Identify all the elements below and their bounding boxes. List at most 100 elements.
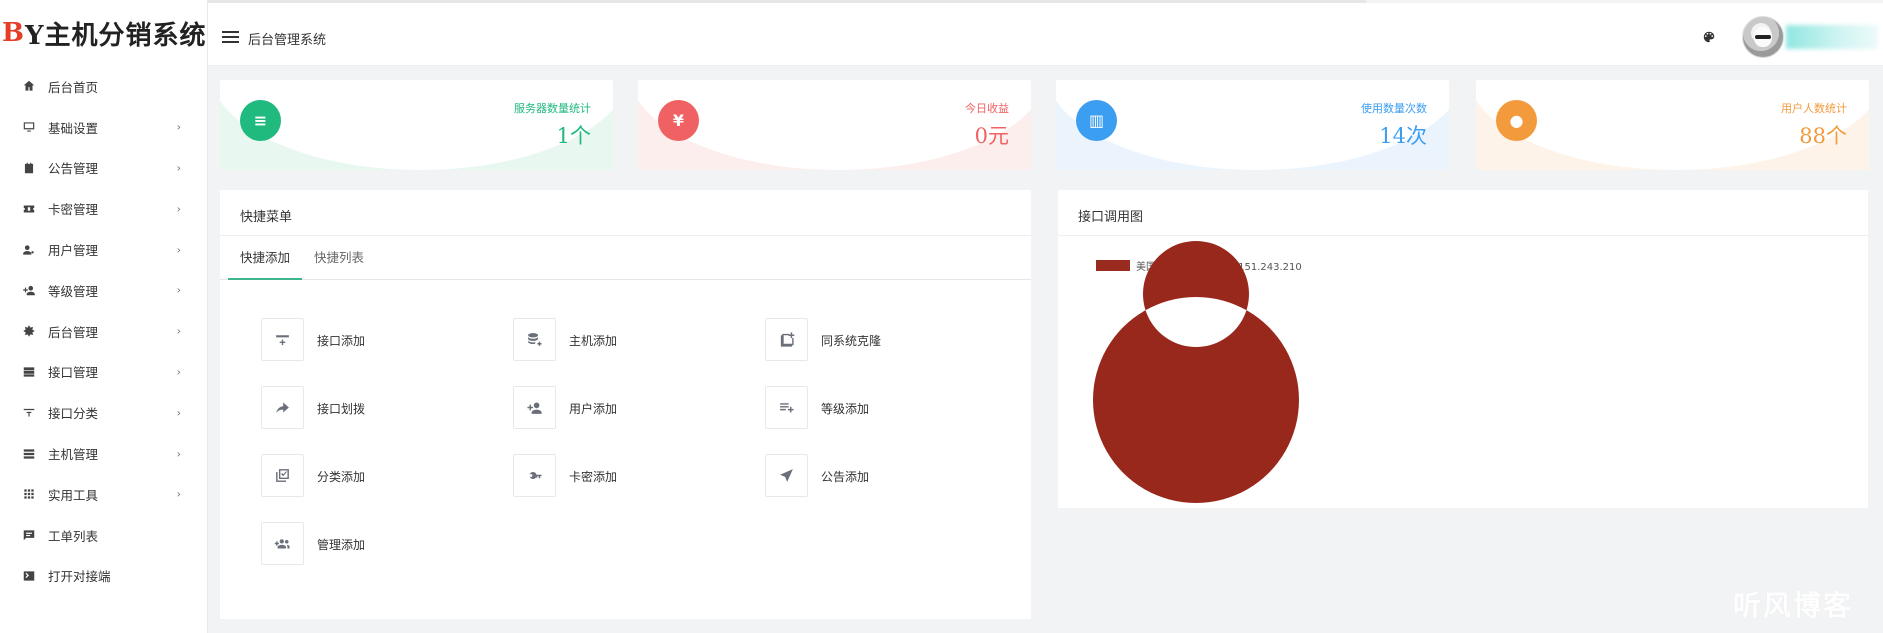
gear-icon <box>22 324 36 338</box>
database-add-icon <box>513 318 556 361</box>
legend-swatch <box>1096 260 1130 271</box>
stat-card-0: ≡ 服务器数量统计 1个 <box>220 80 613 170</box>
stat-label: 服务器数量统计 <box>514 102 591 115</box>
quick-item-1[interactable]: 主机添加 <box>513 318 673 362</box>
sidebar-item-5[interactable]: 等级管理 › <box>0 270 207 311</box>
sidebar-item-label: 后台管理 <box>48 324 99 340</box>
sidebar-item-2[interactable]: 公告管理 › <box>0 148 207 189</box>
ticket-icon <box>22 202 36 216</box>
stat-label: 今日收益 <box>965 102 1009 115</box>
database-icon: ≡ <box>240 100 281 141</box>
tab-quick-add[interactable]: 快捷添加 <box>228 236 303 280</box>
clipboard-icon <box>22 161 36 175</box>
menu-toggle-icon[interactable] <box>222 31 239 43</box>
sidebar-menu: 后台首页 基础设置 › 公告管理 › 卡密管理 › 用户管理 › 等级管理 › 后台管理 › 接口管理 › 接… <box>0 66 207 596</box>
quick-item-label: 公告添加 <box>821 470 870 484</box>
quick-item-label: 管理添加 <box>317 538 366 552</box>
quick-item-label: 用户添加 <box>569 402 618 416</box>
server-icon <box>22 365 36 379</box>
group-add-icon <box>261 522 304 565</box>
stat-value: 88个 <box>1799 124 1847 148</box>
sidebar-item-7[interactable]: 接口管理 › <box>0 352 207 393</box>
message-icon <box>22 528 36 542</box>
sidebar-item-12[interactable]: 打开对接端 <box>0 556 207 597</box>
monitor-icon <box>22 120 36 134</box>
chart-legend[interactable]: 美国高防1区[EP]:192.151.243.210 <box>1096 258 1302 273</box>
stat-card-1: ¥ 今日收益 0元 <box>638 80 1031 170</box>
sidebar-item-label: 打开对接端 <box>48 569 111 585</box>
donut-slice-0[interactable] <box>1092 241 1299 503</box>
person-add-icon <box>513 386 556 429</box>
sidebar: B Y主机分销系统 后台首页 基础设置 › 公告管理 › 卡密管理 › 用户管理 › 等级管理 › 后台… <box>0 0 208 633</box>
stat-card-3: ● 用户人数统计 88个 <box>1476 80 1869 170</box>
quick-menu-tabs: 快捷添加 快捷列表 <box>220 236 1031 280</box>
quick-item-6[interactable]: 分类添加 <box>261 454 421 498</box>
watermark: 听风博客 <box>1733 589 1854 622</box>
filter-icon <box>22 406 36 420</box>
sidebar-item-label: 后台首页 <box>48 79 99 95</box>
sidebar-item-4[interactable]: 用户管理 › <box>0 229 207 270</box>
home-icon <box>22 79 36 93</box>
storage-icon <box>22 447 36 461</box>
tab-quick-list[interactable]: 快捷列表 <box>302 236 376 280</box>
sidebar-item-1[interactable]: 基础设置 › <box>0 107 207 148</box>
chevron-right-icon: › <box>176 365 181 379</box>
logo-prefix: B <box>2 18 25 48</box>
user-avatar[interactable] <box>1742 16 1784 58</box>
user-add-icon <box>22 283 36 297</box>
sidebar-item-6[interactable]: 后台管理 › <box>0 311 207 352</box>
quick-item-9[interactable]: 管理添加 <box>261 522 421 566</box>
sidebar-item-3[interactable]: 卡密管理 › <box>0 188 207 229</box>
sidebar-item-label: 卡密管理 <box>48 202 99 218</box>
chevron-right-icon: › <box>176 406 181 420</box>
donut-chart <box>1092 241 1299 503</box>
bar-chart-icon: ▥ <box>1076 100 1117 141</box>
quick-item-label: 卡密添加 <box>569 470 618 484</box>
sidebar-item-10[interactable]: 实用工具 › <box>0 474 207 515</box>
quick-item-label: 主机添加 <box>569 334 618 348</box>
quick-item-label: 等级添加 <box>821 402 870 416</box>
chevron-right-icon: › <box>176 202 181 216</box>
chart-panel-title: 接口调用图 <box>1058 190 1868 236</box>
quick-item-8[interactable]: 公告添加 <box>765 454 925 498</box>
api-chart-panel: 接口调用图 美国高防1区[EP]:192.151.243.210 <box>1058 190 1868 508</box>
chevron-right-icon: › <box>176 243 181 257</box>
sidebar-item-label: 基础设置 <box>48 120 99 136</box>
chevron-right-icon: › <box>176 447 181 461</box>
playlist-add-icon <box>765 386 808 429</box>
palette-icon[interactable] <box>1702 30 1716 44</box>
username-redacted[interactable] <box>1786 25 1878 49</box>
stat-label: 用户人数统计 <box>1781 102 1847 115</box>
sidebar-item-0[interactable]: 后台首页 <box>0 66 207 107</box>
share-arrow-icon <box>261 386 304 429</box>
send-icon <box>765 454 808 497</box>
sidebar-item-label: 实用工具 <box>48 487 99 503</box>
quick-item-2[interactable]: 同系统克隆 <box>765 318 925 362</box>
header-title: 后台管理系统 <box>248 33 327 48</box>
stat-value: 14次 <box>1379 124 1427 148</box>
library-check-icon <box>261 454 304 497</box>
app-logo[interactable]: B Y主机分销系统 <box>0 0 207 66</box>
chevron-right-icon: › <box>176 487 181 501</box>
quick-item-label: 分类添加 <box>317 470 366 484</box>
sidebar-item-label: 用户管理 <box>48 243 99 259</box>
grid-icon <box>22 487 36 501</box>
sidebar-item-8[interactable]: 接口分类 › <box>0 392 207 433</box>
sidebar-item-9[interactable]: 主机管理 › <box>0 433 207 474</box>
terminal-icon <box>22 569 36 583</box>
quick-item-4[interactable]: 用户添加 <box>513 386 673 430</box>
stat-value: 1个 <box>556 124 591 148</box>
key-icon <box>513 454 556 497</box>
quick-item-5[interactable]: 等级添加 <box>765 386 925 430</box>
sidebar-item-11[interactable]: 工单列表 <box>0 515 207 556</box>
quick-item-3[interactable]: 接口划拨 <box>261 386 421 430</box>
sidebar-item-label: 公告管理 <box>48 161 99 177</box>
quick-item-0[interactable]: 接口添加 <box>261 318 421 362</box>
person-icon: ● <box>1496 100 1537 141</box>
chevron-right-icon: › <box>176 161 181 175</box>
chevron-right-icon: › <box>176 120 181 134</box>
clone-icon <box>765 318 808 361</box>
user-gear-icon <box>22 243 36 257</box>
quick-item-label: 接口划拨 <box>317 402 366 416</box>
quick-item-7[interactable]: 卡密添加 <box>513 454 673 498</box>
